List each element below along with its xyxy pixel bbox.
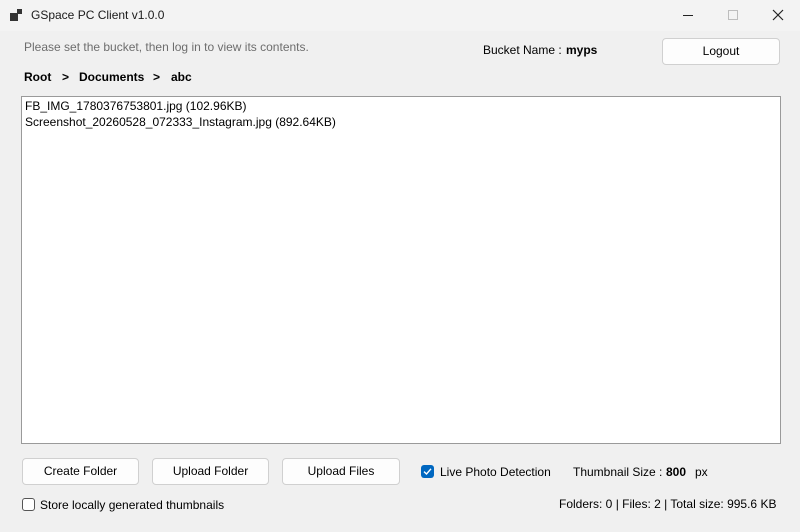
- thumbnail-size-label: Thumbnail Size :: [573, 465, 663, 479]
- logout-button[interactable]: Logout: [662, 38, 780, 65]
- thumbnail-size-value: 800: [666, 465, 687, 479]
- window-title: GSpace PC Client v1.0.0: [31, 8, 165, 22]
- breadcrumb-separator: >: [153, 70, 161, 84]
- breadcrumb-separator: >: [62, 70, 70, 84]
- login-hint: Please set the bucket, then log in to vi…: [24, 40, 309, 54]
- list-item[interactable]: Screenshot_20260528_072333_Instagram.jpg…: [25, 115, 336, 129]
- upload-folder-button[interactable]: Upload Folder: [152, 458, 269, 485]
- bucket-name-value: myps: [566, 43, 598, 57]
- close-icon: [772, 9, 784, 21]
- store-thumbnails-checkbox[interactable]: [22, 498, 35, 511]
- status-summary: Folders: 0 | Files: 2 | Total size: 995.…: [559, 497, 777, 511]
- upload-files-button[interactable]: Upload Files: [282, 458, 400, 485]
- close-button[interactable]: [755, 0, 800, 31]
- store-thumbnails-label[interactable]: Store locally generated thumbnails: [40, 498, 224, 512]
- create-folder-button[interactable]: Create Folder: [22, 458, 139, 485]
- title-bar: GSpace PC Client v1.0.0: [0, 0, 800, 31]
- breadcrumb-item-root[interactable]: Root: [24, 70, 51, 84]
- maximize-button[interactable]: [710, 0, 756, 31]
- live-photo-label[interactable]: Live Photo Detection: [440, 465, 551, 479]
- list-item[interactable]: FB_IMG_1780376753801.jpg (102.96KB): [25, 99, 247, 113]
- checkmark-icon: [423, 468, 432, 476]
- thumbnail-size-unit: px: [695, 465, 708, 479]
- bucket-name-label: Bucket Name :: [483, 43, 562, 57]
- file-list[interactable]: FB_IMG_1780376753801.jpg (102.96KB) Scre…: [21, 96, 781, 444]
- breadcrumb-item-documents[interactable]: Documents: [79, 70, 144, 84]
- live-photo-checkbox[interactable]: [421, 465, 434, 478]
- minimize-button[interactable]: [665, 0, 711, 31]
- breadcrumb-item-abc[interactable]: abc: [171, 70, 192, 84]
- app-grid-icon: [10, 9, 22, 21]
